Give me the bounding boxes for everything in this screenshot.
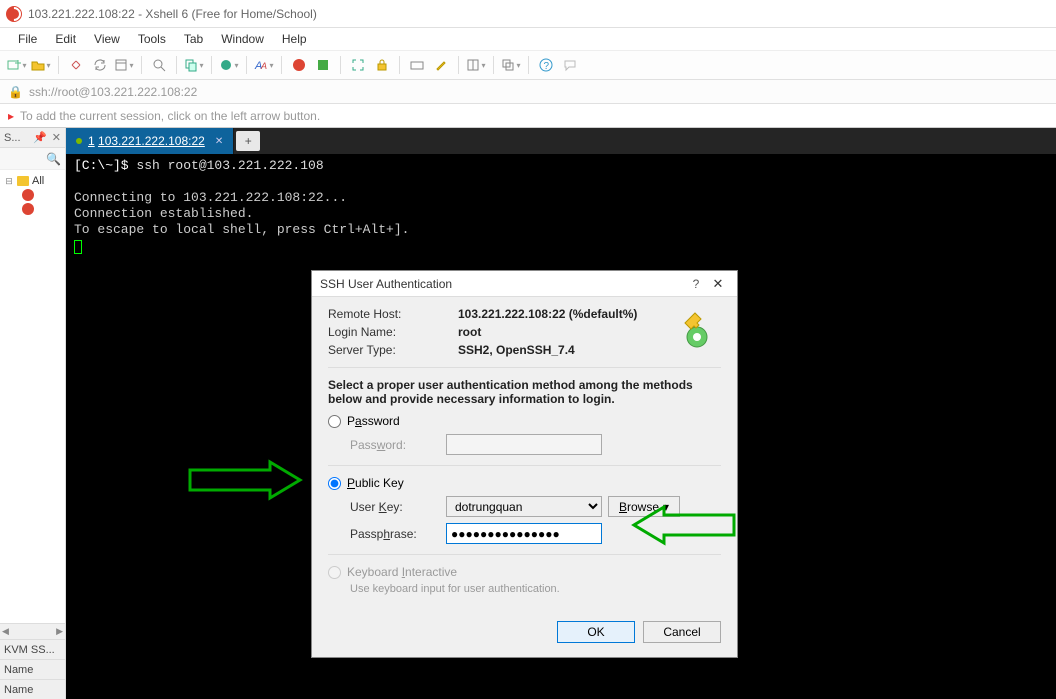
- remote-host-label: Remote Host:: [328, 307, 458, 321]
- close-pane-icon[interactable]: ✕: [52, 132, 61, 144]
- hint-bar: ▸ To add the current session, click on t…: [0, 104, 1056, 128]
- sessions-pane: S... 📌 ✕ 🔍 ⊟ All ◀▶ KVM SS... Name Name: [0, 128, 66, 699]
- dialog-close-icon[interactable]: ✕: [707, 276, 729, 292]
- lock-icon[interactable]: [371, 54, 393, 76]
- password-label: Password:: [350, 438, 446, 452]
- pane-section-name2[interactable]: Name: [0, 679, 65, 699]
- menu-bar: File Edit View Tools Tab Window Help: [0, 28, 1056, 50]
- app-logo-icon: [6, 6, 22, 22]
- cancel-button[interactable]: Cancel: [643, 621, 721, 643]
- dialog-titlebar[interactable]: SSH User Authentication ? ✕: [312, 271, 737, 297]
- sessions-pane-title: S...: [4, 132, 21, 144]
- open-session-icon[interactable]: [30, 54, 52, 76]
- session-icon: [22, 203, 34, 215]
- find-icon[interactable]: [148, 54, 170, 76]
- tree-scrollbar[interactable]: ◀▶: [0, 623, 65, 639]
- xftp-icon[interactable]: [312, 54, 334, 76]
- dialog-help-icon[interactable]: ?: [685, 277, 707, 291]
- dialog-instruction: Select a proper user authentication meth…: [328, 378, 721, 406]
- menu-tab[interactable]: Tab: [176, 30, 211, 48]
- flag-icon: ▸: [8, 109, 14, 123]
- tree-session-2[interactable]: [4, 202, 61, 216]
- kbd-note: Use keyboard input for user authenticati…: [350, 583, 721, 595]
- tree-session-1[interactable]: [4, 188, 61, 202]
- lock-address-icon: 🔒: [8, 85, 23, 99]
- svg-text:?: ?: [544, 61, 550, 72]
- remote-host-value: 103.221.222.108:22 (%default%): [458, 307, 637, 321]
- radio-keyboard-interactive: Keyboard Interactive: [328, 565, 721, 579]
- radio-password[interactable]: Password: [328, 414, 721, 428]
- tab-strip: 1 103.221.222.108:22 ✕ +: [66, 128, 1056, 154]
- pane-section-name1[interactable]: Name: [0, 659, 65, 679]
- tab-close-icon[interactable]: ✕: [215, 136, 223, 147]
- session-tab[interactable]: 1 103.221.222.108:22 ✕: [66, 128, 234, 154]
- color-icon[interactable]: [218, 54, 240, 76]
- help-icon[interactable]: ?: [535, 54, 557, 76]
- login-name-label: Login Name:: [328, 325, 458, 339]
- menu-help[interactable]: Help: [274, 30, 315, 48]
- window-title: 103.221.222.108:22 - Xshell 6 (Free for …: [28, 7, 317, 21]
- passphrase-input[interactable]: [446, 523, 602, 544]
- address-text: ssh://root@103.221.222.108:22: [29, 85, 197, 99]
- hint-text: To add the current session, click on the…: [20, 109, 320, 123]
- login-name-value: root: [458, 325, 481, 339]
- copy-icon[interactable]: [183, 54, 205, 76]
- profile-icon[interactable]: [113, 54, 135, 76]
- new-tab-button[interactable]: +: [236, 131, 260, 151]
- tree-root[interactable]: ⊟ All: [4, 174, 61, 188]
- password-input: [446, 434, 602, 455]
- userkey-select[interactable]: dotrungquan: [446, 496, 602, 517]
- highlight-icon[interactable]: [430, 54, 452, 76]
- sessions-tree[interactable]: ⊟ All: [0, 170, 65, 623]
- server-type-label: Server Type:: [328, 343, 458, 357]
- ok-button[interactable]: OK: [557, 621, 635, 643]
- auth-key-icon: [677, 307, 721, 351]
- chat-icon[interactable]: [559, 54, 581, 76]
- address-bar[interactable]: 🔒 ssh://root@103.221.222.108:22: [0, 80, 1056, 104]
- toolbar: AA ?: [0, 50, 1056, 80]
- new-session-icon[interactable]: [6, 54, 28, 76]
- menu-tools[interactable]: Tools: [130, 30, 174, 48]
- browse-button[interactable]: Browse▾: [608, 496, 680, 517]
- menu-window[interactable]: Window: [213, 30, 272, 48]
- menu-file[interactable]: File: [10, 30, 45, 48]
- menu-view[interactable]: View: [86, 30, 128, 48]
- server-type-value: SSH2, OpenSSH_7.4: [458, 343, 575, 357]
- window-titlebar: 103.221.222.108:22 - Xshell 6 (Free for …: [0, 0, 1056, 28]
- keyboard-icon[interactable]: [406, 54, 428, 76]
- cascade-icon[interactable]: [500, 54, 522, 76]
- disconnect-icon[interactable]: [65, 54, 87, 76]
- folder-icon: [17, 176, 29, 186]
- passphrase-label: Passphrase:: [350, 527, 446, 541]
- session-icon: [22, 189, 34, 201]
- font-icon[interactable]: AA: [253, 54, 275, 76]
- ssh-auth-dialog: SSH User Authentication ? ✕ Remote Host:…: [311, 270, 738, 658]
- userkey-label: User Key:: [350, 500, 446, 514]
- status-dot-icon: [76, 138, 82, 144]
- reconnect-icon[interactable]: [89, 54, 111, 76]
- xshell-icon[interactable]: [288, 54, 310, 76]
- pin-icon[interactable]: 📌: [33, 132, 47, 144]
- search-icon: 🔍: [46, 152, 61, 166]
- radio-publickey[interactable]: Public Key: [328, 476, 721, 490]
- sessions-search[interactable]: 🔍: [0, 148, 65, 170]
- menu-edit[interactable]: Edit: [47, 30, 84, 48]
- layout-icon[interactable]: [465, 54, 487, 76]
- fullscreen-icon[interactable]: [347, 54, 369, 76]
- svg-text:A: A: [260, 61, 267, 71]
- dialog-title: SSH User Authentication: [320, 277, 685, 291]
- pane-section-kvm[interactable]: KVM SS...: [0, 639, 65, 659]
